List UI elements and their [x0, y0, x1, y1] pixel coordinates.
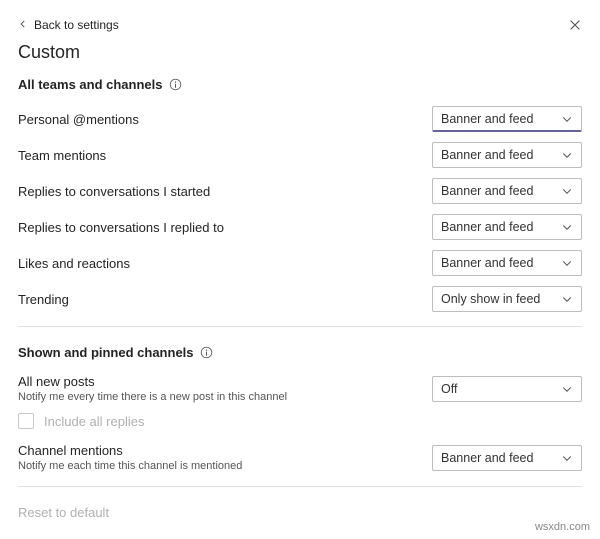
include-replies-checkbox[interactable]: [18, 413, 34, 429]
section-all-teams-heading: All teams and channels: [18, 77, 582, 92]
close-button[interactable]: [568, 18, 582, 35]
back-to-settings-link[interactable]: Back to settings: [18, 18, 582, 32]
chevron-down-icon: [561, 383, 573, 395]
chevron-down-icon: [561, 185, 573, 197]
reset-to-default-button[interactable]: Reset to default: [18, 505, 582, 520]
row-label: Replies to conversations I replied to: [18, 220, 224, 235]
row-label: Channel mentions: [18, 443, 242, 458]
back-label: Back to settings: [34, 18, 119, 32]
row-label: All new posts: [18, 374, 287, 389]
row-sublabel: Notify me each time this channel is ment…: [18, 460, 242, 472]
row-label: Team mentions: [18, 148, 106, 163]
select-value: Banner and feed: [441, 451, 533, 465]
divider: [18, 486, 582, 487]
chevron-down-icon: [561, 452, 573, 464]
watermark: wsxdn.com: [535, 521, 590, 533]
select-replies-replied[interactable]: Banner and feed: [432, 214, 582, 240]
row-replies-started: Replies to conversations I started Banne…: [18, 178, 582, 204]
divider: [18, 326, 582, 327]
close-icon: [568, 18, 582, 32]
chevron-down-icon: [561, 293, 573, 305]
row-likes-reactions: Likes and reactions Banner and feed: [18, 250, 582, 276]
row-label: Personal @mentions: [18, 112, 139, 127]
row-replies-replied: Replies to conversations I replied to Ba…: [18, 214, 582, 240]
select-value: Banner and feed: [441, 220, 533, 234]
select-value: Off: [441, 382, 457, 396]
select-channel-mentions[interactable]: Banner and feed: [432, 445, 582, 471]
page-title: Custom: [18, 42, 582, 63]
row-label: Replies to conversations I started: [18, 184, 210, 199]
select-all-new-posts[interactable]: Off: [432, 376, 582, 402]
info-icon[interactable]: [169, 78, 182, 91]
info-icon[interactable]: [200, 346, 213, 359]
row-personal-mentions: Personal @mentions Banner and feed: [18, 106, 582, 132]
chevron-down-icon: [561, 149, 573, 161]
section-heading-text: Shown and pinned channels: [18, 345, 194, 360]
row-include-replies: Include all replies: [18, 413, 582, 429]
row-channel-mentions: Channel mentions Notify me each time thi…: [18, 443, 582, 472]
row-label: Trending: [18, 292, 69, 307]
section-shown-pinned-heading: Shown and pinned channels: [18, 345, 582, 360]
label-block: All new posts Notify me every time there…: [18, 374, 287, 403]
select-replies-started[interactable]: Banner and feed: [432, 178, 582, 204]
section-heading-text: All teams and channels: [18, 77, 163, 92]
row-label: Likes and reactions: [18, 256, 130, 271]
select-likes-reactions[interactable]: Banner and feed: [432, 250, 582, 276]
select-trending[interactable]: Only show in feed: [432, 286, 582, 312]
row-sublabel: Notify me every time there is a new post…: [18, 391, 287, 403]
chevron-down-icon: [561, 113, 573, 125]
select-value: Banner and feed: [441, 148, 533, 162]
label-block: Channel mentions Notify me each time thi…: [18, 443, 242, 472]
row-trending: Trending Only show in feed: [18, 286, 582, 312]
chevron-left-icon: [18, 18, 28, 32]
chevron-down-icon: [561, 257, 573, 269]
select-value: Banner and feed: [441, 256, 533, 270]
select-value: Only show in feed: [441, 292, 540, 306]
select-team-mentions[interactable]: Banner and feed: [432, 142, 582, 168]
select-personal-mentions[interactable]: Banner and feed: [432, 106, 582, 132]
include-replies-label: Include all replies: [44, 414, 144, 429]
select-value: Banner and feed: [441, 184, 533, 198]
row-team-mentions: Team mentions Banner and feed: [18, 142, 582, 168]
row-all-new-posts: All new posts Notify me every time there…: [18, 374, 582, 403]
select-value: Banner and feed: [441, 112, 533, 126]
chevron-down-icon: [561, 221, 573, 233]
